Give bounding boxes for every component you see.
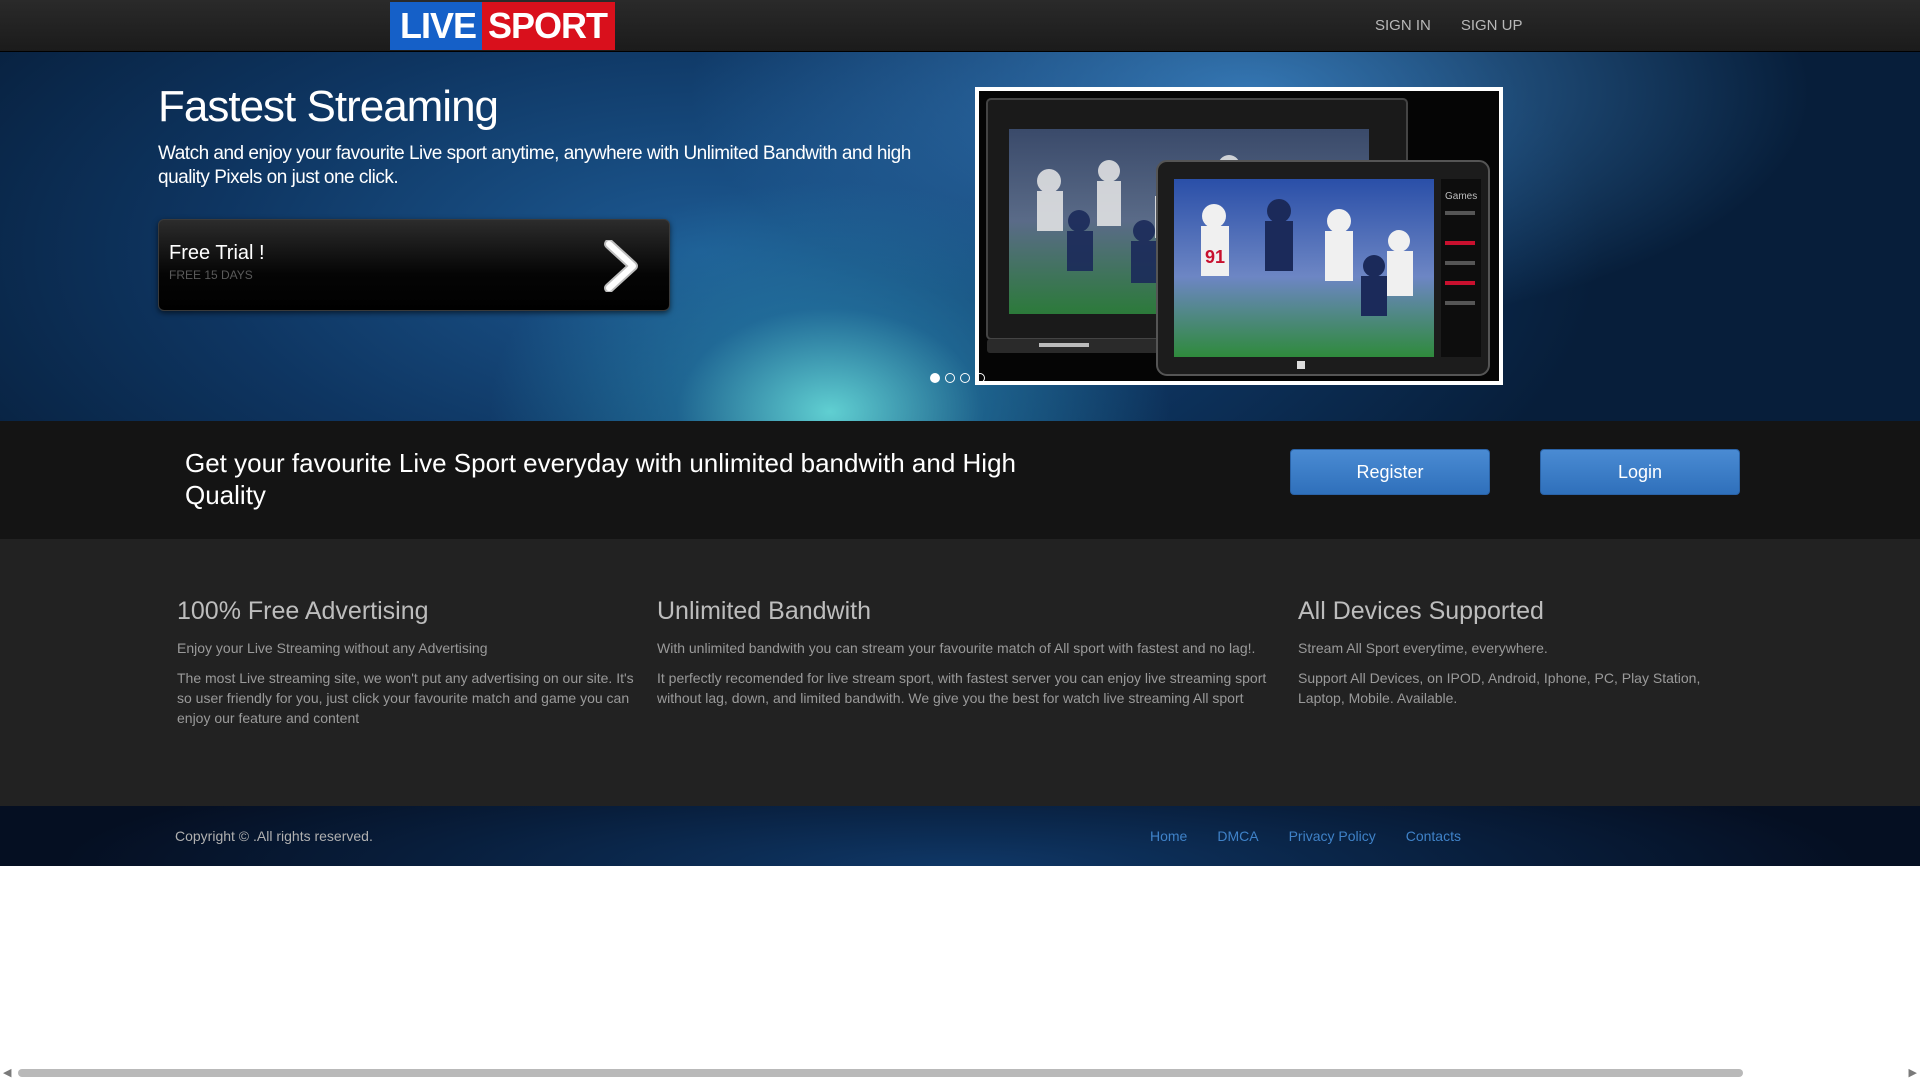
feature-body: It perfectly recomended for live stream …	[657, 670, 1267, 706]
jersey-number: 91	[1205, 247, 1225, 267]
footer-link-dmca[interactable]: DMCA	[1217, 828, 1258, 844]
footer-link-contacts[interactable]: Contacts	[1406, 828, 1461, 844]
carousel-dot-4[interactable]	[975, 373, 985, 383]
feature-title: Unlimited Bandwith	[657, 597, 871, 625]
sign-up-link[interactable]: SIGN UP	[1461, 17, 1523, 34]
feature-body: Support All Devices, on IPOD, Android, I…	[1298, 670, 1701, 706]
footer-nav: Home DMCA Privacy Policy Contacts	[1150, 828, 1461, 844]
auth-nav: SIGN IN SIGN UP	[1375, 17, 1523, 34]
feature-title: 100% Free Advertising	[177, 597, 429, 625]
carousel-dot-2[interactable]	[945, 373, 955, 383]
cta-strip: Get your favourite Live Sport everyday w…	[0, 421, 1920, 539]
hero-description: Watch and enjoy your favourite Live spor…	[158, 143, 911, 188]
features-section: 100% Free Advertising Enjoy your Live St…	[0, 539, 1920, 806]
horizontal-scrollbar[interactable]: ◀ ▶	[0, 1064, 1920, 1080]
page-footer: Copyright © .All rights reserved. Home D…	[0, 806, 1920, 866]
feature-title: All Devices Supported	[1298, 597, 1544, 625]
chevron-right-icon	[604, 240, 638, 292]
feature-unlimited-bandwith: Unlimited Bandwith With unlimited bandwi…	[657, 597, 1277, 718]
device-showcase-slide: 91 Games	[975, 87, 1503, 385]
sign-in-link[interactable]: SIGN IN	[1375, 17, 1431, 34]
carousel-indicators	[930, 373, 985, 383]
feature-body: The most Live streaming site, we won't p…	[177, 670, 634, 726]
hero-title: Fastest Streaming	[158, 82, 499, 131]
login-button[interactable]: Login	[1540, 449, 1740, 495]
slide-games-label: Games	[1445, 191, 1477, 202]
carousel-dot-3[interactable]	[960, 373, 970, 383]
triangle-right-icon[interactable]: ▶	[1909, 1066, 1917, 1079]
footer-link-privacy-policy[interactable]: Privacy Policy	[1289, 828, 1376, 844]
feature-all-devices: All Devices Supported Stream All Sport e…	[1298, 597, 1718, 718]
free-trial-button[interactable]: Free Trial ! FREE 15 DAYS	[158, 219, 670, 311]
logo-sport-text: SPORT	[482, 2, 616, 50]
scrollbar-thumb[interactable]	[18, 1069, 1743, 1077]
carousel-dot-1[interactable]	[930, 373, 940, 383]
cta-headline: Get your favourite Live Sport everyday w…	[185, 448, 1016, 510]
register-button[interactable]: Register	[1290, 449, 1490, 495]
devices-football-image: 91 Games	[979, 91, 1499, 381]
feature-lead: Enjoy your Live Streaming without any Ad…	[177, 640, 488, 656]
copyright-text: Copyright © .All rights reserved.	[175, 828, 373, 844]
feature-lead: Stream All Sport everytime, everywhere.	[1298, 640, 1548, 656]
hero-banner: Fastest Streaming Watch and enjoy your f…	[0, 52, 1920, 421]
feature-free-advertising: 100% Free Advertising Enjoy your Live St…	[177, 597, 637, 738]
free-trial-title: Free Trial !	[169, 242, 265, 264]
triangle-left-icon[interactable]: ◀	[3, 1066, 11, 1079]
free-trial-subtitle: FREE 15 DAYS	[169, 268, 253, 282]
top-navbar: LIVE SPORT SIGN IN SIGN UP	[0, 0, 1920, 52]
feature-lead: With unlimited bandwith you can stream y…	[657, 640, 1256, 656]
logo-live-text: LIVE	[390, 2, 483, 50]
footer-link-home[interactable]: Home	[1150, 828, 1187, 844]
live-sport-logo[interactable]: LIVE SPORT	[390, 2, 616, 50]
